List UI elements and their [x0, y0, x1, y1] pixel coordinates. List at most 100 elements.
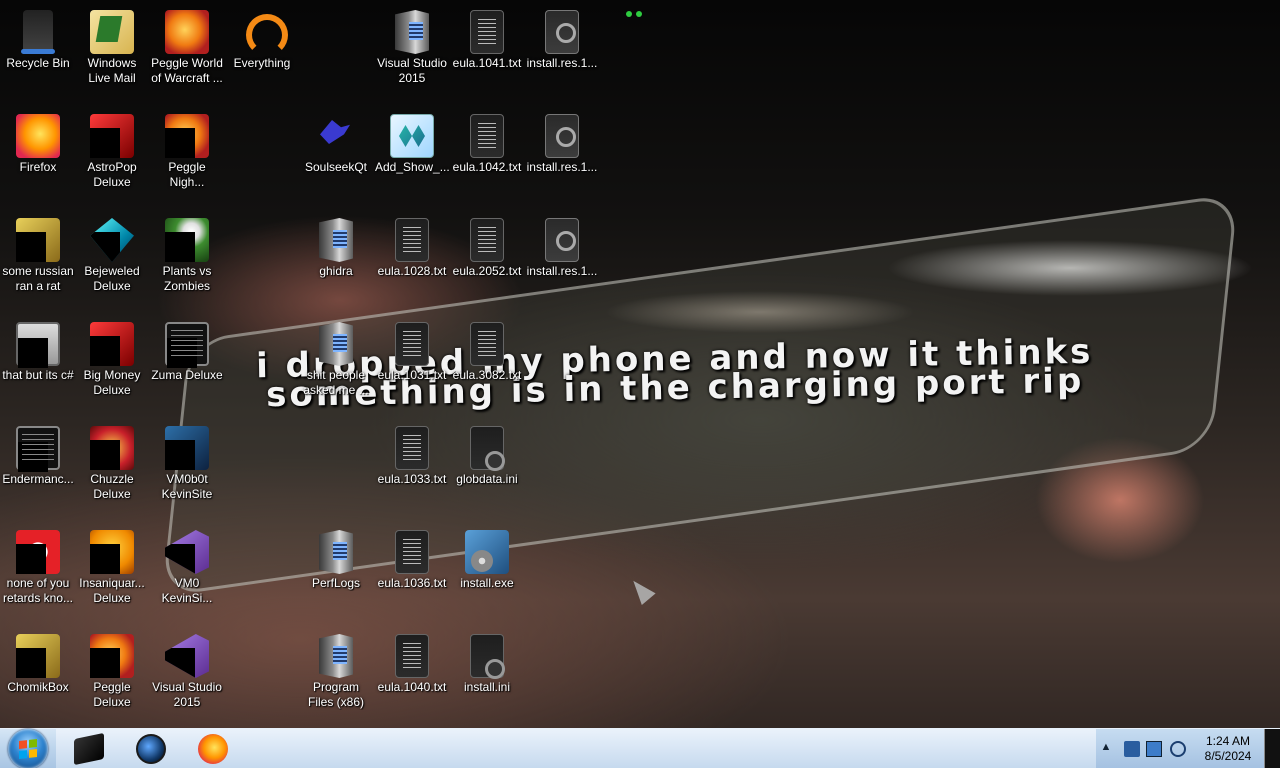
visual-studio-icon — [165, 634, 209, 678]
desktop-icon-eula-1041[interactable]: eula.1041.txt — [449, 6, 525, 71]
desktop-icon-that-but-its-csharp[interactable]: that but its c# — [0, 318, 76, 383]
money-icon — [90, 322, 134, 366]
show-desktop-button[interactable] — [1264, 729, 1280, 768]
opera-icon — [16, 530, 60, 574]
icon-label: AstroPop Deluxe — [87, 160, 137, 189]
text-file-icon — [470, 322, 504, 366]
desktop-icon-peggle-deluxe[interactable]: Peggle Deluxe — [74, 630, 150, 710]
text-file-icon — [395, 218, 429, 262]
desktop-icon-install-ini[interactable]: install.ini — [449, 630, 525, 695]
desktop-icon-vm0[interactable]: VM0 KevinSi... — [149, 526, 225, 606]
peggle-icon — [165, 10, 209, 54]
desktop-icon-program-files-x86[interactable]: Program Files (x86) — [298, 630, 374, 710]
desktop-icon-firefox[interactable]: Firefox — [0, 110, 76, 175]
desktop-icon-some-russian[interactable]: some russian ran a rat — [0, 214, 76, 294]
folder-icon — [319, 322, 353, 366]
resource-file-icon — [545, 114, 579, 158]
terminal-icon — [16, 426, 60, 472]
windows-logo-icon — [8, 729, 48, 768]
desktop-icon-add-show[interactable]: Add_Show_... — [374, 110, 450, 175]
desktop-icon-eula-3082[interactable]: eula.3082.txt — [449, 318, 525, 383]
network-icon[interactable] — [1146, 741, 1162, 757]
desktop-icon-globdata-ini[interactable]: globdata.ini — [449, 422, 525, 487]
desktop-icon-soulseekqt[interactable]: SoulseekQt — [298, 110, 374, 175]
icon-label: Everything — [233, 56, 291, 70]
desktop-icon-install-res-3[interactable]: install.res.1... — [524, 214, 600, 279]
desktop-icon-windows-live-mail[interactable]: Windows Live Mail — [74, 6, 150, 86]
folder-icon — [319, 634, 353, 678]
ini-file-icon — [470, 426, 505, 471]
desktop-icon-recycle-bin[interactable]: Recycle Bin — [0, 6, 76, 71]
tray-app-icon[interactable] — [1124, 741, 1140, 757]
desktop-icon-insaniquarium[interactable]: Insaniquar... Deluxe — [74, 526, 150, 606]
desktop-icon-plants-vs-zombies[interactable]: Plants vs Zombies — [149, 214, 225, 294]
tray-expand-arrow-icon[interactable]: ▲ — [1098, 741, 1114, 757]
icon-label: VM0 KevinSi... — [161, 576, 213, 605]
desktop-icon-vm0b0t[interactable]: VM0b0t KevinSite — [149, 422, 225, 502]
desktop-icon-ghidra[interactable]: ghidra — [298, 214, 374, 279]
everything-icon — [240, 10, 288, 56]
desktop-icon-eula-1033[interactable]: eula.1033.txt — [374, 422, 450, 487]
icon-label: ghidra — [319, 264, 353, 278]
desktop-icon-zuma[interactable]: Zuma Deluxe — [149, 318, 225, 383]
icon-label: eula.1028.txt — [377, 264, 447, 278]
peggle-icon — [90, 634, 134, 678]
chomikbox-icon — [16, 634, 60, 678]
firefox-icon — [198, 734, 228, 764]
icon-label: Endermanc... — [2, 472, 74, 486]
desktop-icon-install-res-1[interactable]: install.res.1... — [524, 6, 600, 71]
status-indicator — [624, 6, 656, 17]
desktop-icon-chomikbox[interactable]: ChomikBox — [0, 630, 76, 695]
folder-icon — [319, 218, 353, 262]
desktop-icon-peggle-nights[interactable]: Peggle Nigh... — [149, 110, 225, 190]
desktop-icon-perflogs[interactable]: PerfLogs — [298, 526, 374, 591]
icon-label: Program Files (x86) — [307, 680, 364, 709]
desktop-icon-eula-1028[interactable]: eula.1028.txt — [374, 214, 450, 279]
terminal-icon — [165, 322, 209, 368]
desktop-icon-shit-people-asked[interactable]: shit people asked me ... — [298, 318, 374, 398]
icon-label: PerfLogs — [311, 576, 361, 590]
ini-file-icon — [470, 634, 505, 679]
desktop-icon-everything[interactable]: Everything — [224, 6, 300, 71]
desktop-icon-big-money[interactable]: Big Money Deluxe — [74, 318, 150, 398]
plant-icon — [165, 218, 209, 262]
folder-icon — [395, 10, 429, 54]
taskbar-app-1[interactable] — [62, 732, 116, 766]
desktop-icon-eula-1042[interactable]: eula.1042.txt — [449, 110, 525, 175]
insaniquarium-icon — [90, 530, 134, 574]
desktop-icon-chuzzle[interactable]: Chuzzle Deluxe — [74, 422, 150, 502]
desktop-icon-bejeweled[interactable]: Bejeweled Deluxe — [74, 214, 150, 294]
icon-label: install.ini — [463, 680, 511, 694]
start-button[interactable] — [4, 729, 52, 768]
resource-file-icon — [545, 10, 579, 54]
icon-label: eula.1033.txt — [377, 472, 447, 486]
desktop-icon-none-of-you[interactable]: none of you retards kno... — [0, 526, 76, 606]
icon-label: some russian ran a rat — [2, 264, 74, 293]
volume-icon[interactable] — [1170, 741, 1186, 757]
icon-label: eula.1031.txt — [377, 368, 447, 382]
icon-label: none of you retards kno... — [2, 576, 74, 605]
taskbar-app-firefox[interactable] — [186, 733, 240, 765]
desktop-icon-install-res-2[interactable]: install.res.1... — [524, 110, 600, 175]
icon-label: Add_Show_... — [375, 160, 450, 174]
desktop-icon-eula-1040[interactable]: eula.1040.txt — [374, 630, 450, 695]
desktop-icon-eula-1031[interactable]: eula.1031.txt — [374, 318, 450, 383]
icon-label: Recycle Bin — [6, 56, 70, 70]
desktop-icon-eula-1036[interactable]: eula.1036.txt — [374, 526, 450, 591]
icon-label: eula.2052.txt — [452, 264, 522, 278]
icon-label: install.exe — [460, 576, 514, 590]
desktop-icon-visual-studio-folder[interactable]: Visual Studio 2015 — [374, 6, 450, 86]
icon-label: Insaniquar... Deluxe — [79, 576, 145, 605]
taskbar-app-2[interactable] — [124, 733, 178, 765]
clock[interactable]: 1:24 AM 8/5/2024 — [1196, 734, 1260, 764]
globe-icon — [136, 734, 166, 764]
desktop-icon-astropop[interactable]: AstroPop Deluxe — [74, 110, 150, 190]
desktop-icon-peggle-wow[interactable]: Peggle World of Warcraft ... — [149, 6, 225, 86]
icon-label: Firefox — [19, 160, 57, 174]
desktop-icon-visual-studio[interactable]: Visual Studio 2015 — [149, 630, 225, 710]
desktop-icon-endermanch[interactable]: Endermanc... — [0, 422, 76, 487]
desktop-icon-eula-2052[interactable]: eula.2052.txt — [449, 214, 525, 279]
icon-label: Zuma Deluxe — [151, 368, 223, 382]
clock-time: 1:24 AM — [1205, 734, 1251, 748]
desktop-icon-install-exe[interactable]: install.exe — [449, 526, 525, 591]
